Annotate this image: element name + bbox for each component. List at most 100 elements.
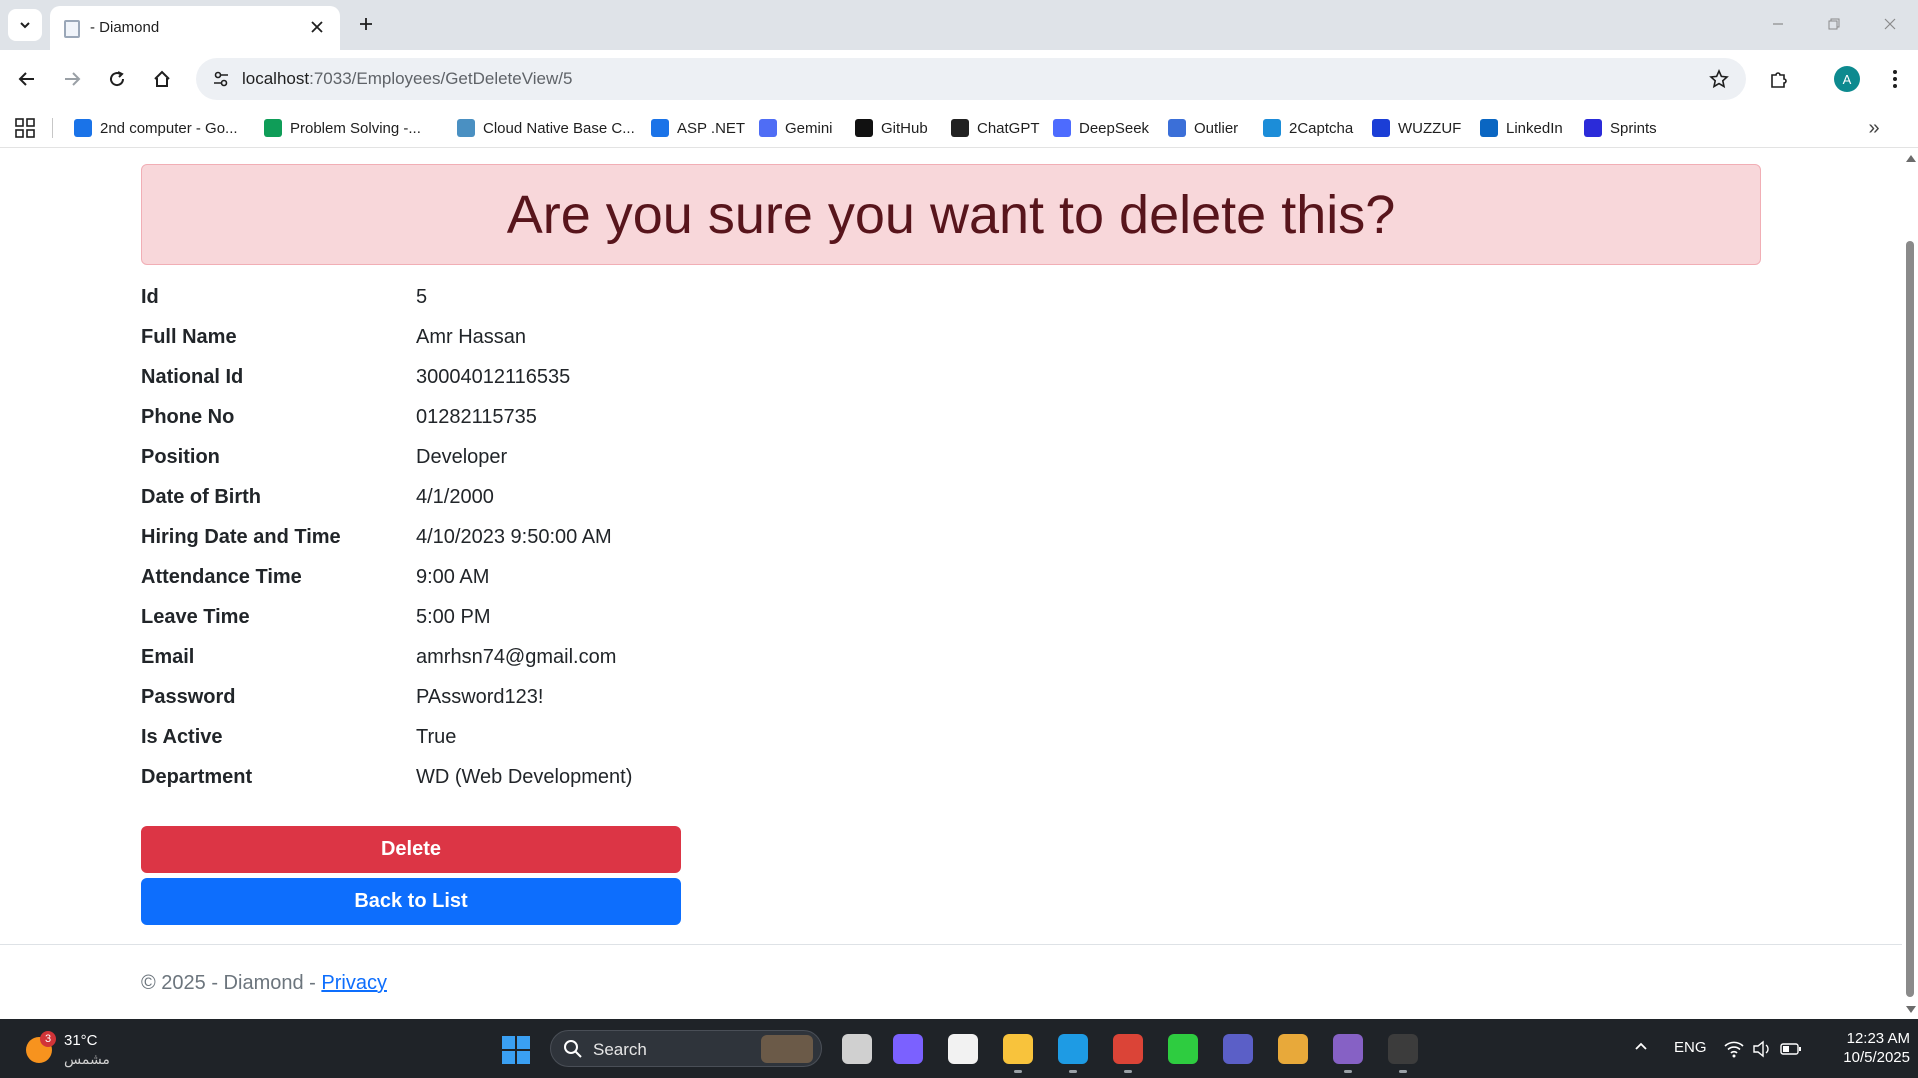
file-explorer-icon[interactable] <box>1003 1034 1033 1073</box>
obs-icon[interactable] <box>1168 1034 1198 1064</box>
detail-row: Email amrhsn74@gmail.com <box>141 637 1041 677</box>
sprints-icon <box>1584 119 1602 137</box>
browser-toolbar: localhost:7033/Employees/GetDeleteView/5… <box>0 50 1918 108</box>
gemini-icon <box>759 119 777 137</box>
detail-value: 4/10/2023 9:50:00 AM <box>416 525 612 548</box>
page-title: Are you sure you want to delete this? <box>506 184 1396 245</box>
page-scrollbar[interactable] <box>1902 149 1918 1019</box>
search-highlight-icon <box>761 1035 813 1063</box>
edge-icon[interactable] <box>1058 1034 1088 1073</box>
delete-button[interactable]: Delete <box>141 826 681 873</box>
scroll-up-arrow-icon[interactable] <box>1906 155 1916 162</box>
github-icon <box>855 119 873 137</box>
show-hidden-icons-button[interactable] <box>1634 1039 1648 1058</box>
close-icon <box>1884 18 1896 30</box>
site-info-button[interactable] <box>206 64 236 94</box>
footer: © 2025 - Diamond - Privacy <box>141 972 387 995</box>
bookmark-item[interactable]: ChatGPT <box>951 114 1040 142</box>
close-window-button[interactable] <box>1870 10 1910 38</box>
search-icon <box>564 1040 582 1058</box>
bookmark-item[interactable]: WUZZUF <box>1372 114 1461 142</box>
home-button[interactable] <box>145 62 179 96</box>
taskbar-search-box[interactable]: Search <box>550 1030 822 1067</box>
teams-icon[interactable] <box>1223 1034 1253 1064</box>
visual-studio-icon[interactable] <box>1333 1034 1363 1073</box>
running-indicator <box>1124 1070 1132 1073</box>
detail-row: Id 5 <box>141 277 1041 317</box>
snipping-tool-icon[interactable] <box>1278 1034 1308 1064</box>
cloud-icon <box>457 119 475 137</box>
detail-value: 30004012116535 <box>416 365 571 388</box>
detail-label: Department <box>141 765 253 788</box>
running-indicator <box>1399 1070 1407 1073</box>
input-language[interactable]: ENG <box>1674 1039 1707 1056</box>
detail-value: 9:00 AM <box>416 565 490 588</box>
system-tray[interactable] <box>1724 1038 1806 1060</box>
bookmark-label: Outlier <box>1194 119 1239 137</box>
url-text[interactable]: localhost:7033/Employees/GetDeleteView/5 <box>242 69 572 89</box>
linkedin-icon <box>1480 119 1498 137</box>
reload-button[interactable] <box>100 62 134 96</box>
bookmark-item[interactable]: DeepSeek <box>1053 114 1149 142</box>
extensions-button[interactable] <box>1762 62 1796 96</box>
weather-condition: مشمس <box>64 1051 110 1067</box>
profile-avatar[interactable]: A <box>1834 66 1860 92</box>
detail-label: Hiring Date and Time <box>141 525 341 548</box>
restore-button[interactable] <box>1814 10 1854 38</box>
bookmark-item[interactable]: LinkedIn <box>1480 114 1563 142</box>
minimize-button[interactable] <box>1758 10 1798 38</box>
tab-active[interactable]: - Diamond <box>50 6 340 50</box>
weather-widget[interactable]: 3 31°C مشمس <box>26 1029 146 1069</box>
browser-menu-button[interactable] <box>1880 62 1910 96</box>
microsoft-store-icon[interactable] <box>948 1034 978 1064</box>
tab-search-button[interactable] <box>8 9 42 41</box>
bookmark-star-button[interactable] <box>1704 64 1734 94</box>
address-bar[interactable]: localhost:7033/Employees/GetDeleteView/5 <box>196 58 1746 100</box>
detail-value: True <box>416 725 457 748</box>
forward-button[interactable] <box>55 62 89 96</box>
bookmark-item[interactable]: Outlier <box>1168 114 1238 142</box>
detail-value: 5 <box>416 285 428 308</box>
employee-details-list: Id 5 Full Name Amr Hassan National Id 3000401… <box>141 277 1041 797</box>
volume-icon <box>1753 1040 1769 1058</box>
star-icon <box>1709 69 1729 89</box>
privacy-link[interactable]: Privacy <box>321 972 387 994</box>
detail-row: Attendance Time 9:00 AM <box>141 557 1041 597</box>
bookmark-item[interactable]: 2nd computer - Go... <box>74 114 238 142</box>
bookmark-item[interactable]: Cloud Native Base C... <box>457 114 635 142</box>
detail-value: 4/1/2000 <box>416 485 494 508</box>
bookmark-item[interactable]: Problem Solving -... <box>264 114 421 142</box>
detail-label: Password <box>141 685 236 708</box>
bookmark-item[interactable]: GitHub <box>855 114 928 142</box>
chrome-icon[interactable] <box>1113 1034 1143 1073</box>
copilot-icon[interactable] <box>893 1034 923 1064</box>
bookmarks-overflow-button[interactable]: » <box>1862 116 1886 140</box>
bookmark-item[interactable]: Gemini <box>759 114 833 142</box>
windows-logo-icon-part <box>517 1036 530 1049</box>
detail-label: Is Active <box>141 725 223 748</box>
detail-row: Full Name Amr Hassan <box>141 317 1041 357</box>
detail-label: Email <box>141 645 195 668</box>
back-to-list-button[interactable]: Back to List <box>141 878 681 925</box>
back-button[interactable] <box>10 62 44 96</box>
footer-copyright: © 2025 - Diamond - <box>141 972 322 994</box>
system-clock[interactable]: 12:23 AM 10/5/2025 <box>1818 1029 1910 1067</box>
bookmark-item[interactable]: ASP .NET <box>651 114 745 142</box>
bookmark-item[interactable]: 2Captcha <box>1263 114 1353 142</box>
scroll-down-arrow-icon[interactable] <box>1906 1006 1916 1013</box>
battery-icon <box>1780 1043 1801 1055</box>
windows-taskbar: 3 31°C مشمس Search ENG 12:23 AM 10/5/202… <box>0 1019 1918 1078</box>
bookmark-label: 2nd computer - Go... <box>100 119 238 137</box>
apps-grid-icon[interactable] <box>14 117 36 139</box>
new-tab-button[interactable] <box>352 10 380 38</box>
scroll-thumb[interactable] <box>1906 241 1914 997</box>
detail-value: PAssword123! <box>416 685 544 708</box>
detail-label: Full Name <box>141 325 237 348</box>
bookmark-item[interactable]: Sprints <box>1584 114 1657 142</box>
taskbar-search-placeholder: Search <box>593 1040 647 1059</box>
close-tab-button[interactable] <box>306 16 328 38</box>
terminal-icon[interactable] <box>1388 1034 1418 1073</box>
start-button[interactable] <box>502 1036 530 1064</box>
clock-time: 12:23 AM <box>1846 1030 1910 1047</box>
task-view-icon[interactable] <box>842 1034 872 1064</box>
